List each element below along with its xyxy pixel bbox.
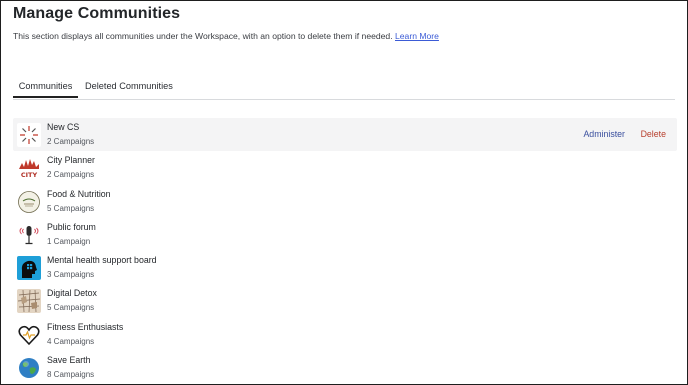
community-name: Mental health support board xyxy=(47,255,157,266)
community-row[interactable]: Fitness Enthusiasts 4 Campaigns xyxy=(13,318,677,351)
fitness-heart-logo xyxy=(17,322,41,347)
earth-globe-logo xyxy=(17,356,41,381)
community-row[interactable]: Food & Nutrition 5 Campaigns xyxy=(13,185,677,218)
learn-more-link[interactable]: Learn More xyxy=(395,31,439,41)
community-row[interactable]: Save Earth 8 Campaigns xyxy=(13,351,677,384)
community-row[interactable]: Digital Detox 5 Campaigns xyxy=(13,284,677,317)
page-description: This section displays all communities un… xyxy=(13,31,439,41)
campaign-count: 8 Campaigns xyxy=(47,370,95,380)
community-name: Save Earth xyxy=(47,355,91,366)
campaign-count: 4 Campaigns xyxy=(47,336,95,346)
administer-button[interactable]: Administer xyxy=(583,129,625,139)
community-list: New CS 2 Campaigns Administer Delete CIT… xyxy=(13,118,677,384)
page-title: Manage Communities xyxy=(13,5,181,22)
svg-text:CITY: CITY xyxy=(21,171,38,179)
community-name: Food & Nutrition xyxy=(47,188,111,199)
delete-button[interactable]: Delete xyxy=(641,129,666,139)
campaign-count: 3 Campaigns xyxy=(47,270,95,280)
community-name: Fitness Enthusiasts xyxy=(47,321,124,332)
tab-bar: Communities Deleted Communities xyxy=(13,80,675,100)
campaign-count: 2 Campaigns xyxy=(47,170,95,180)
tab-deleted-communities[interactable]: Deleted Communities xyxy=(85,81,173,96)
food-nutrition-logo xyxy=(17,189,41,214)
campaign-count: 5 Campaigns xyxy=(47,303,95,313)
city-planner-logo: CITY xyxy=(17,156,41,181)
microphone-logo xyxy=(17,222,41,247)
community-name: Public forum xyxy=(47,221,96,232)
campaign-count: 1 Campaign xyxy=(47,236,91,246)
community-row[interactable]: Mental health support board 3 Campaigns xyxy=(13,251,677,284)
community-name: City Planner xyxy=(47,155,95,166)
community-row[interactable]: New CS 2 Campaigns Administer Delete xyxy=(13,118,677,152)
new-cs-logo xyxy=(17,123,41,147)
digital-detox-logo xyxy=(17,289,41,314)
description-text: This section displays all communities un… xyxy=(13,31,393,41)
community-row[interactable]: Public forum 1 Campaign xyxy=(13,218,677,251)
tab-communities[interactable]: Communities xyxy=(13,81,78,98)
community-row[interactable]: CITY City Planner 2 Campaigns xyxy=(13,151,677,184)
mental-health-logo xyxy=(17,256,41,281)
campaign-count: 2 Campaigns xyxy=(47,137,95,146)
community-name: Digital Detox xyxy=(47,288,97,299)
campaign-count: 5 Campaigns xyxy=(47,203,95,213)
window-frame: Manage Communities This section displays… xyxy=(0,0,688,385)
community-name: New CS xyxy=(47,122,80,132)
